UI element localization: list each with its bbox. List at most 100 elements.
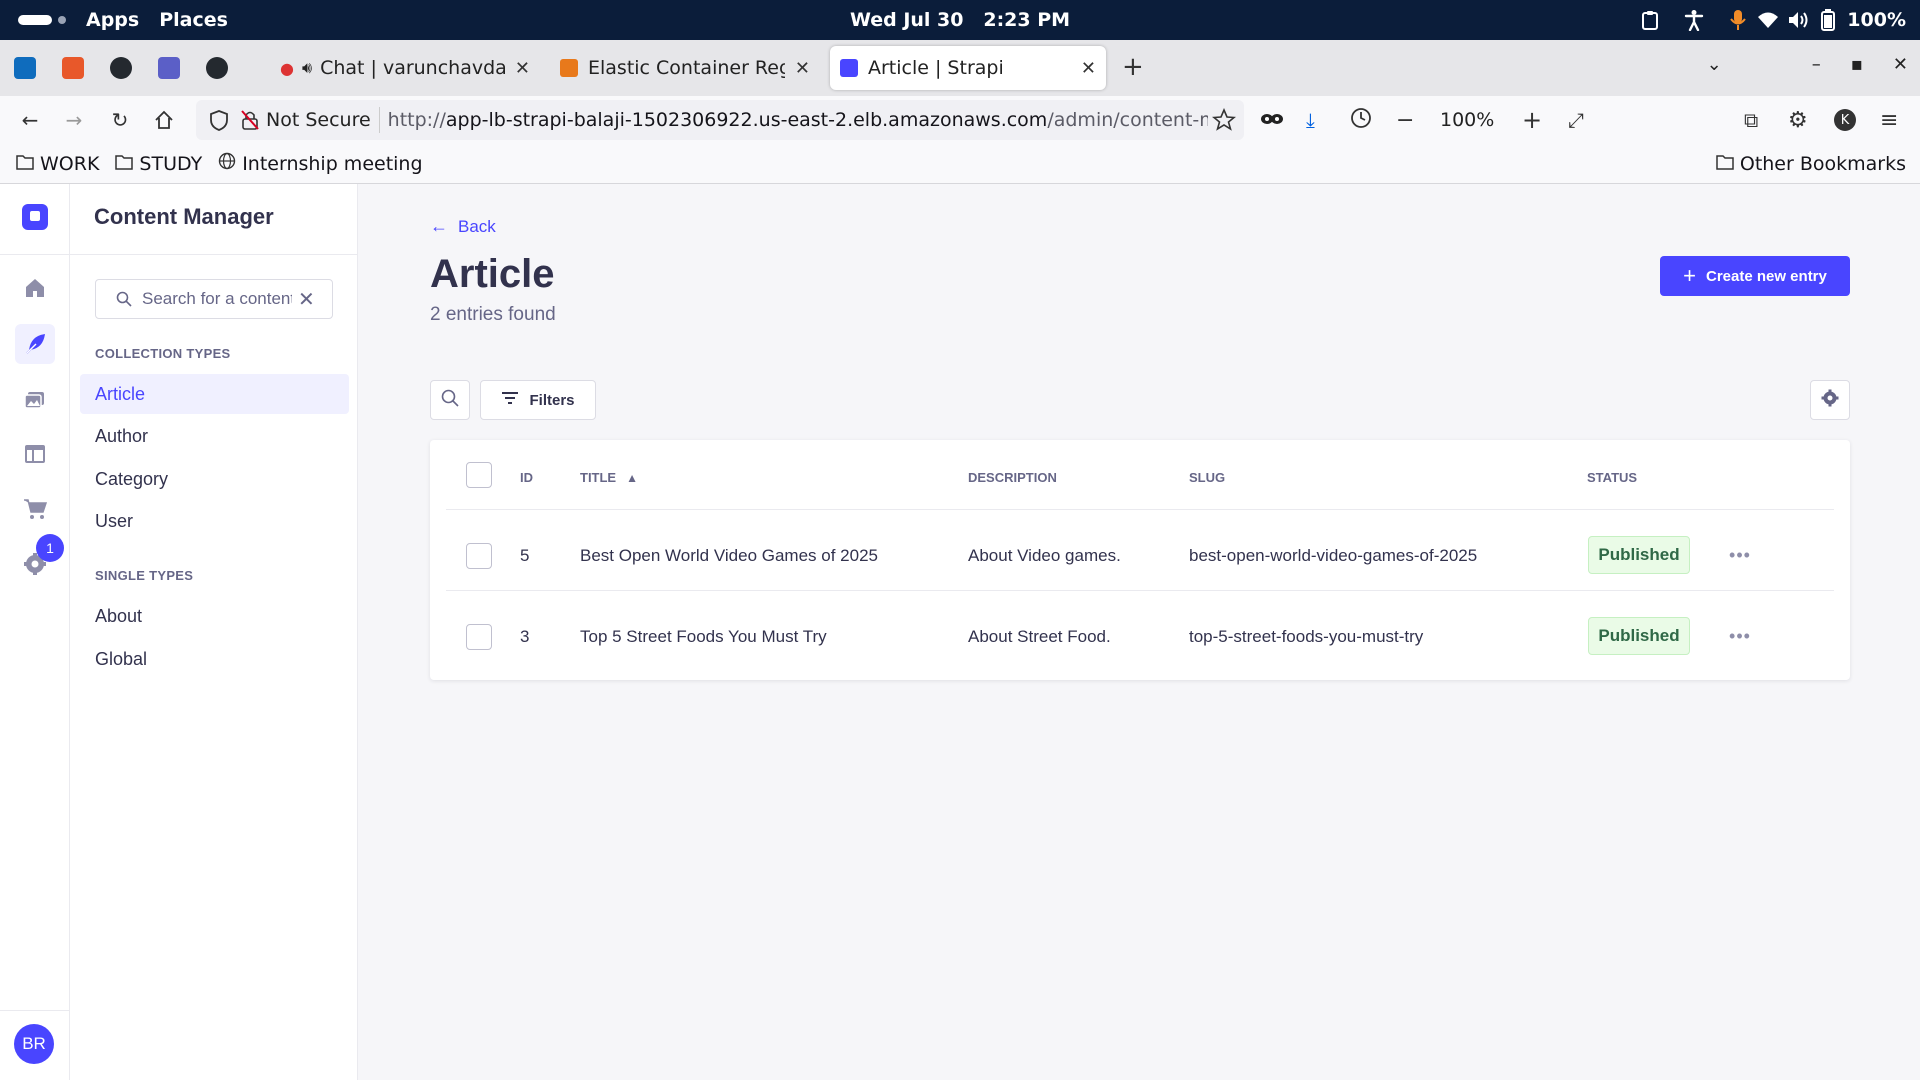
row-actions-more-icon[interactable]: ••• [1720,621,1760,651]
home-nav-icon[interactable] [15,268,55,308]
app-menu-hamburger-icon[interactable]: ≡ [1880,108,1898,133]
marketplace-cart-icon[interactable] [15,489,55,529]
tab-elastic-container-registry[interactable]: Elastic Container Regist ✕ [550,46,820,90]
settings-gear-icon[interactable]: ⚙ [1788,108,1808,133]
column-header-status: STATUS [1587,470,1637,485]
zoom-level[interactable]: 100% [1440,109,1494,131]
back-arrow-icon[interactable]: ← [18,108,42,132]
bookmark-folder-work[interactable]: WORK [16,153,99,175]
tab-chat[interactable]: ● 🔊︎ Chat | varunchavda0 ✕ [270,46,540,90]
address-bar[interactable]: Not Secure http://app-lb-strapi-balaji-1… [196,100,1244,140]
sidebar-item-category[interactable]: Category [80,459,349,499]
home-icon[interactable] [152,108,176,132]
entries-table: ID TITLE ▲ DESCRIPTION SLUG STATUS 5 Bes… [430,440,1850,680]
close-tab-icon[interactable]: ✕ [515,58,530,79]
maximize-window-button[interactable]: ▪ [1851,54,1863,75]
view-settings-button[interactable] [1810,380,1850,420]
sidebar-item-about[interactable]: About [80,596,349,636]
wifi-icon[interactable] [1757,9,1779,31]
activities-indicator[interactable] [18,15,66,25]
row-actions-more-icon[interactable]: ••• [1720,540,1760,570]
list-all-tabs-icon[interactable]: ⌄ [1707,54,1722,75]
cell-title: Best Open World Video Games of 2025 [580,546,878,565]
search-icon [441,389,459,412]
back-link[interactable]: ← Back [430,216,496,237]
apps-menu[interactable]: Apps [86,9,139,31]
volume-icon[interactable] [1787,9,1809,31]
subnav-title: Content Manager [94,204,274,229]
column-header-slug[interactable]: SLUG [1189,470,1225,485]
reload-icon[interactable]: ↻ [108,108,132,132]
column-header-title[interactable]: TITLE ▲ [580,470,638,485]
cell-slug: best-open-world-video-games-of-2025 [1189,546,1478,565]
history-clock-icon[interactable] [1350,107,1372,133]
teams-pinned-tab-icon[interactable] [158,57,180,79]
create-new-entry-button[interactable]: + Create new entry [1660,256,1850,296]
single-types-label: SINGLE TYPES [95,568,194,583]
close-tab-icon[interactable]: ✕ [795,58,810,79]
content-type-search-input[interactable] [142,289,292,309]
new-tab-button[interactable]: + [1122,54,1144,80]
battery-icon[interactable] [1817,9,1839,31]
search-button[interactable] [430,380,470,420]
sidebar-item-article[interactable]: Article [80,374,349,414]
content-type-builder-layout-icon[interactable] [15,434,55,474]
other-bookmarks-folder[interactable]: Other Bookmarks [1716,153,1906,175]
clear-search-icon[interactable]: ✕ [298,287,315,312]
content-type-search[interactable]: ✕ [95,279,333,319]
sidebar-item-author[interactable]: Author [80,416,349,456]
back-arrow-icon: ← [430,216,448,236]
row-checkbox[interactable] [466,624,492,650]
strapi-logo-icon[interactable] [22,204,48,230]
tracking-protection-shield-icon[interactable] [208,109,230,131]
minimize-window-button[interactable]: – [1812,54,1821,75]
github-pinned-tab-icon[interactable] [110,57,132,79]
fullscreen-icon[interactable]: ⤢ [1568,108,1584,132]
bookmark-folder-study[interactable]: STUDY [115,153,202,175]
office-pinned-tab-icon[interactable] [62,57,84,79]
user-avatar[interactable]: BR [14,1024,54,1064]
zoom-in-button[interactable]: + [1522,106,1542,134]
row-checkbox[interactable] [466,543,492,569]
insecure-lock-icon[interactable] [240,109,260,131]
column-label: SLUG [1189,470,1226,485]
forward-arrow-icon[interactable]: → [62,108,86,132]
content-manager-feather-icon[interactable] [15,324,55,364]
bookmark-internship-meeting[interactable]: Internship meeting [218,152,423,175]
column-header-id[interactable]: ID [520,470,533,485]
extensions-puzzle-icon[interactable]: ⧉ [1744,108,1758,132]
url-host: app-lb-strapi-balaji-1502306922.us-east-… [445,109,1048,131]
places-menu[interactable]: Places [159,9,228,31]
bookmark-star-icon[interactable] [1211,107,1237,132]
sidebar-item-user[interactable]: User [80,501,349,541]
column-header-description[interactable]: DESCRIPTION [968,470,1057,485]
bookmark-label: WORK [40,152,100,175]
outlook-pinned-tab-icon[interactable] [14,57,36,79]
zoom-out-button[interactable]: − [1396,108,1414,133]
private-browsing-mask-icon[interactable] [1260,110,1288,131]
cell-slug: top-5-street-foods-you-must-try [1189,627,1424,646]
close-tab-icon[interactable]: ✕ [1081,58,1096,79]
clock[interactable]: Wed Jul 30 2:23 PM [0,9,1920,31]
downloads-icon[interactable]: ⤓ [1306,108,1315,132]
url-text[interactable]: http://app-lb-strapi-balaji-1502306922.u… [388,109,1208,131]
profile-avatar[interactable]: K [1834,109,1856,131]
folder-icon [16,153,34,175]
cell-description: About Video games. [968,546,1121,565]
strapi-favicon-icon [840,59,858,77]
column-label: TITLE [580,470,617,485]
tab-article-strapi[interactable]: Article | Strapi ✕ [830,46,1106,90]
bookmark-label: STUDY [139,152,203,175]
speaker-icon: 🔊︎ [301,58,313,77]
strapi-admin: 1 BR Content Manager ✕ COLLECTION TYPES … [0,184,1920,1080]
github-pinned-tab-icon[interactable] [206,57,228,79]
sidebar-item-global[interactable]: Global [80,639,349,679]
select-all-checkbox[interactable] [466,462,492,488]
microphone-icon[interactable] [1727,9,1749,31]
clipboard-icon[interactable] [1639,9,1661,31]
folder-icon [1716,153,1734,175]
accessibility-icon[interactable] [1683,9,1705,31]
close-window-button[interactable]: ✕ [1893,54,1908,75]
filters-button[interactable]: Filters [480,380,596,420]
media-library-icon[interactable] [15,379,55,419]
